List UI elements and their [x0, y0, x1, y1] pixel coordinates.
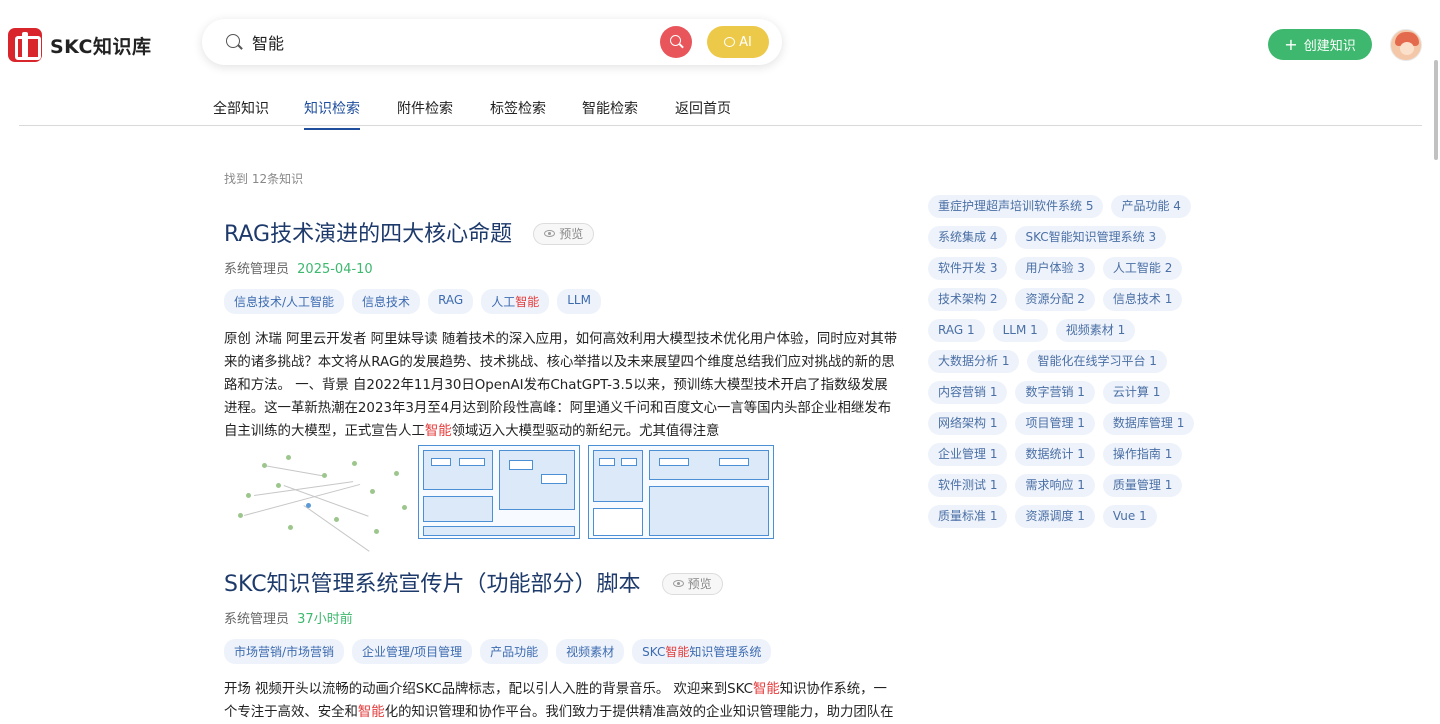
search-bar: AI [202, 19, 782, 65]
tag-cloud-item[interactable]: 内容营销 1 [928, 381, 1008, 404]
eye-icon [672, 580, 684, 587]
tag-cloud-item[interactable]: 数据统计 1 [1015, 443, 1095, 466]
ai-search-button[interactable]: AI [707, 26, 769, 58]
article-tag[interactable]: SKC智能知识管理系统 [632, 639, 772, 664]
tag-cloud-item[interactable]: 大数据分析 1 [928, 350, 1020, 373]
tag-cloud-item[interactable]: SKC智能知识管理系统 3 [1015, 226, 1167, 249]
create-knowledge-label: 创建知识 [1303, 39, 1356, 54]
tab-smart-search[interactable]: 智能检索 [582, 98, 638, 118]
tag-cloud-item[interactable]: 企业管理 1 [928, 443, 1008, 466]
magnifier-icon [670, 35, 681, 46]
article-tag[interactable]: 产品功能 [480, 639, 549, 664]
article-tag[interactable]: 视频素材 [556, 639, 625, 664]
article-tag[interactable]: LLM [557, 289, 601, 314]
tab-attachment-search[interactable]: 附件检索 [397, 98, 453, 118]
tag-cloud-item[interactable]: 用户体验 3 [1015, 257, 1095, 280]
tag-cloud-item[interactable]: Vue 1 [1102, 505, 1157, 528]
tab-all-knowledge[interactable]: 全部知识 [213, 98, 269, 118]
tag-cloud-item[interactable]: 系统集成 4 [928, 226, 1008, 249]
eye-icon [544, 230, 556, 237]
article-tags: 市场营销/市场营销 企业管理/项目管理 产品功能 视频素材 SKC智能知识管理系… [224, 639, 904, 664]
article-tag[interactable]: 企业管理/项目管理 [352, 639, 473, 664]
tag-cloud-item[interactable]: 人工智能 2 [1102, 257, 1183, 280]
article-card: SKC知识管理系统宣传片（功能部分）脚本 预览 系统管理员 37小时前 市场营销… [224, 566, 904, 724]
user-avatar[interactable] [1390, 29, 1422, 61]
article-tag[interactable]: 信息技术 [352, 289, 421, 314]
tag-cloud-item[interactable]: 数字营销 1 [1015, 381, 1095, 404]
tag-cloud-item[interactable]: 视频素材 1 [1055, 319, 1136, 342]
top-bar: SKC知识库 AI + 创建知识 [0, 0, 1440, 86]
tag-cloud-item[interactable]: 软件开发 3 [928, 257, 1008, 280]
article-tags: 信息技术/人工智能 信息技术 RAG 人工智能 LLM [224, 289, 904, 314]
article-author: 系统管理员 [224, 612, 290, 627]
article-excerpt: 原创 沐瑞 阿里云开发者 阿里妹导读 随着技术的深入应用，如何高效利用大模型技术… [224, 332, 898, 439]
article-title[interactable]: SKC知识管理系统宣传片（功能部分）脚本 [224, 566, 641, 598]
tag-cloud-item[interactable]: RAG 1 [928, 319, 985, 342]
tag-cloud-item[interactable]: 智能化在线学习平台 1 [1027, 350, 1167, 373]
tab-knowledge-search[interactable]: 知识检索 [304, 98, 360, 130]
tag-cloud-item[interactable]: 技术架构 2 [928, 288, 1008, 311]
preview-label: 预览 [559, 227, 584, 241]
search-button[interactable] [660, 26, 692, 58]
chat-bubble-icon [724, 37, 736, 47]
tag-cloud-item[interactable]: 信息技术 1 [1102, 288, 1183, 311]
tag-cloud-item[interactable]: 资源分配 2 [1015, 288, 1095, 311]
tag-cloud-item[interactable]: LLM 1 [992, 319, 1048, 342]
knowledge-graph-image[interactable] [224, 445, 410, 552]
tag-cloud-item[interactable]: 网络架构 1 [928, 412, 1008, 435]
tag-cloud-item[interactable]: 需求响应 1 [1015, 474, 1095, 497]
article-author: 系统管理员 [224, 262, 290, 277]
tag-cloud-item[interactable]: 重症护理超声培训软件系统 5 [928, 195, 1104, 218]
tab-tag-search[interactable]: 标签检索 [490, 98, 546, 118]
plus-icon: + [1284, 34, 1298, 54]
preview-button[interactable]: 预览 [661, 572, 723, 595]
logo-icon [8, 28, 42, 62]
article-title[interactable]: RAG技术演进的四大核心命题 [224, 216, 512, 248]
rag-diagram-image[interactable] [588, 445, 774, 539]
article-date: 37小时前 [297, 612, 353, 627]
tab-back-home[interactable]: 返回首页 [675, 98, 731, 118]
article-card: RAG技术演进的四大核心命题 预览 系统管理员 2025-04-10 信息技术/… [224, 216, 904, 552]
architecture-diagram-image[interactable] [418, 445, 580, 539]
article-tag[interactable]: 人工智能 [481, 289, 550, 314]
article-images [224, 445, 904, 552]
tag-cloud-item[interactable]: 云计算 1 [1102, 381, 1171, 404]
tag-cloud-item[interactable]: 操作指南 1 [1102, 443, 1183, 466]
article-meta: 系统管理员 37小时前 [224, 608, 904, 627]
preview-button[interactable]: 预览 [533, 222, 595, 245]
scrollbar[interactable] [1434, 60, 1438, 160]
tag-cloud: 重症护理超声培训软件系统 5 产品功能 4 系统集成 4 SKC智能知识管理系统 3 软… [928, 195, 1228, 528]
tag-cloud-item[interactable]: 项目管理 1 [1015, 412, 1095, 435]
result-count: 找到 12条知识 [224, 172, 304, 186]
search-icon [226, 34, 240, 48]
tag-cloud-item[interactable]: 软件测试 1 [928, 474, 1008, 497]
article-excerpt: 开场 视频开头以流畅的动画介绍SKC品牌标志，配以引人入胜的背景音乐。 欢迎来到… [224, 682, 894, 720]
article-tag[interactable]: 信息技术/人工智能 [224, 289, 345, 314]
search-input[interactable] [252, 27, 652, 57]
brand-name: SKC知识库 [50, 35, 152, 58]
article-tag[interactable]: 市场营销/市场营销 [224, 639, 345, 664]
article-meta: 系统管理员 2025-04-10 [224, 258, 904, 277]
article-tag[interactable]: RAG [428, 289, 474, 314]
tag-cloud-item[interactable]: 质量标准 1 [928, 505, 1008, 528]
tag-cloud-item[interactable]: 数据库管理 1 [1102, 412, 1195, 435]
tag-cloud-item[interactable]: 产品功能 4 [1111, 195, 1191, 218]
tag-cloud-item[interactable]: 质量管理 1 [1102, 474, 1183, 497]
ai-button-label: AI [739, 34, 752, 50]
brand-logo[interactable]: SKC知识库 [8, 28, 152, 62]
tag-cloud-item[interactable]: 资源调度 1 [1015, 505, 1095, 528]
create-knowledge-button[interactable]: + 创建知识 [1268, 29, 1372, 60]
preview-label: 预览 [687, 577, 712, 591]
nav-tabs: 全部知识 知识检索 附件检索 标签检索 智能检索 返回首页 [19, 86, 1422, 130]
article-date: 2025-04-10 [297, 262, 373, 277]
